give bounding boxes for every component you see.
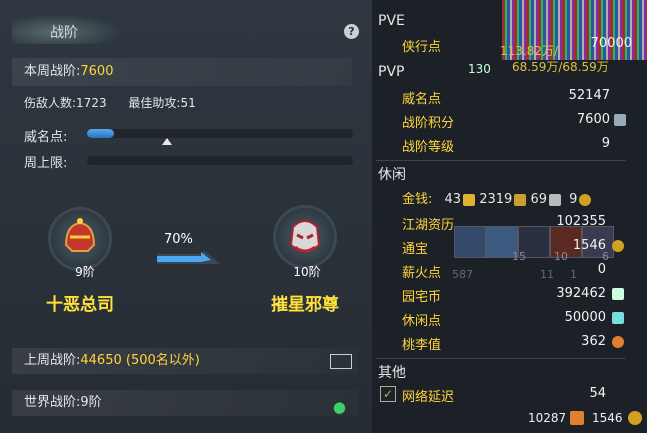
latency-row: 网络延迟 54 [402, 386, 632, 405]
best-assist-value: 51 [180, 96, 196, 110]
money-coin: 9 [569, 192, 578, 207]
copper-ingot-icon [549, 193, 561, 206]
overlay-text-2: 68.59万/68.59万 [512, 60, 609, 74]
latency-value: 54 [589, 386, 606, 401]
pvp-label-0: 威名点 [402, 92, 442, 107]
pvp-row-0: 威名点 52147 [402, 88, 632, 107]
latency-checkbox[interactable]: ✓ [380, 386, 396, 402]
pvp-label-2: 战阶等级 [402, 140, 455, 155]
leisure-row-2: 薪火点 0 [402, 262, 632, 281]
fame-progress-fill [87, 129, 114, 138]
footer-right-value: 1546 [592, 411, 623, 425]
chest-icon[interactable] [330, 354, 352, 369]
fame-marker-icon [162, 138, 172, 145]
pvp-value-0: 52147 [568, 88, 610, 103]
week-rank-label: 本周战阶: [24, 64, 81, 79]
leisure-label-3: 园宅币 [402, 290, 442, 305]
weekly-cap-bar [87, 156, 353, 165]
panel-title: 战阶 [50, 25, 78, 41]
mask-icon [289, 220, 321, 253]
rank-panel: 战阶 ? 本周战阶:7600 伤敌人数:1723 最佳助攻:51 威名点: 周上… [0, 0, 372, 433]
pvp-row-1: 战阶积分 7600 [402, 112, 632, 131]
money-copper: 69 [530, 192, 547, 207]
current-rank-emblem[interactable] [48, 207, 112, 271]
last-week-label: 上周战阶: [24, 353, 81, 368]
pve-label: 侠行点 [402, 40, 442, 55]
currency-panel: 113.82万/ 68.59万/68.59万 130 PVE 侠行点 70000… [372, 0, 647, 433]
helmet-icon [64, 218, 96, 252]
next-rank-level: 10阶 [293, 265, 321, 279]
leisure-row-3: 园宅币 392462 [402, 286, 632, 305]
leisure-value-1: 1546 [572, 238, 606, 253]
latency-label: 网络延迟 [402, 390, 455, 405]
shield-icon [614, 114, 626, 126]
money-row: 金钱: 43 2319 69 9 [402, 188, 642, 207]
current-rank-level: 9阶 [75, 265, 95, 279]
money-label: 金钱: [402, 192, 433, 207]
map-pin-icon[interactable]: ● [333, 394, 346, 420]
last-week-value: 44650 (500名以外) [80, 353, 200, 368]
pvp-row-2: 战阶等级 9 [402, 136, 632, 155]
rank-progress-percent: 70% [164, 232, 193, 247]
world-rank-value: 9阶 [80, 395, 102, 410]
leisure-label-0: 江湖资历 [402, 218, 455, 233]
panel-title-bar: 战阶 [0, 12, 372, 44]
stats-row: 伤敌人数:1723 最佳助攻:51 [12, 94, 352, 112]
leisure-label-4: 休闲点 [402, 314, 442, 329]
weekly-cap-label: 周上限: [24, 156, 68, 171]
help-icon[interactable]: ? [344, 24, 359, 39]
current-rank-name: 十恶总司 [46, 295, 114, 315]
leisure-value-3: 392462 [556, 286, 606, 301]
house-coin-icon [612, 288, 624, 300]
leisure-row-5: 桃李值 362 [402, 334, 632, 353]
pve-row-0: 侠行点 70000 [402, 36, 632, 55]
progress-arrow-icon [157, 250, 221, 264]
leisure-value-4: 50000 [564, 310, 606, 325]
footer-coin-icon [628, 411, 642, 425]
divider [376, 358, 626, 359]
other-header: 其他 [378, 365, 406, 381]
fame-label: 威名点: [24, 130, 68, 145]
injured-label: 伤敌人数: [24, 96, 77, 110]
leaf-icon [612, 312, 624, 324]
divider [376, 160, 626, 161]
pve-header: PVE [378, 13, 405, 29]
week-rank-row: 本周战阶:7600 [12, 58, 352, 86]
tongbao-coin-icon [612, 240, 624, 252]
best-assist-label: 最佳助攻: [128, 96, 181, 110]
money-silver: 2319 [479, 192, 513, 207]
next-rank-emblem[interactable] [273, 205, 337, 269]
pvp-header: PVP [378, 64, 405, 80]
leisure-label-2: 薪火点 [402, 266, 442, 281]
leisure-label-1: 通宝 [402, 242, 429, 257]
injured-value: 1723 [76, 96, 107, 110]
footer-left-value: 10287 [528, 411, 567, 425]
footer-left-icon [570, 411, 584, 425]
leisure-row-4: 休闲点 50000 [402, 310, 632, 329]
money-gold: 43 [444, 192, 462, 207]
overlay-text-3: 130 [468, 62, 491, 76]
coin-icon [579, 193, 592, 206]
world-rank-label: 世界战阶: [24, 395, 81, 410]
leisure-label-5: 桃李值 [402, 338, 442, 353]
silver-ingot-icon [514, 193, 527, 206]
world-rank-row: 世界战阶:9阶 ● [12, 390, 358, 416]
pvp-label-1: 战阶积分 [402, 116, 455, 131]
peach-icon [612, 336, 624, 348]
pvp-value-1: 7600 [576, 112, 610, 127]
gold-ingot-icon [463, 193, 476, 206]
leisure-value-2: 0 [597, 262, 606, 277]
week-rank-value: 7600 [80, 64, 114, 79]
leisure-row-0: 江湖资历 102355 [402, 214, 632, 233]
last-week-row: 上周战阶:44650 (500名以外) [12, 348, 358, 374]
next-rank-name: 摧星邪尊 [271, 295, 339, 315]
fame-progress-bar [87, 129, 353, 145]
leisure-row-1: 通宝 1546 [402, 238, 632, 257]
pvp-value-2: 9 [601, 136, 610, 151]
leisure-header: 休闲 [378, 167, 406, 183]
pve-value: 70000 [590, 36, 632, 51]
leisure-value-5: 362 [581, 334, 606, 349]
leisure-value-0: 102355 [556, 214, 606, 229]
